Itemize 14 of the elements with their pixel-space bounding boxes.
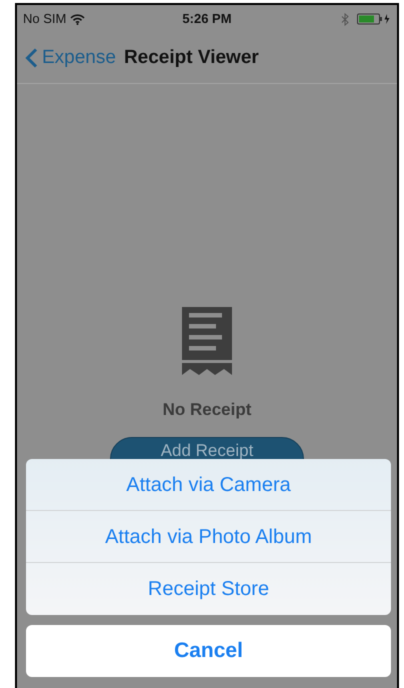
back-chevron-icon [25,48,38,68]
carrier-label: No SIM [23,10,66,28]
cancel-button[interactable]: Cancel [26,625,391,677]
clock-time: 5:26 PM [182,10,232,28]
receipt-icon [182,307,232,375]
sheet-option[interactable]: Attach via Camera [26,459,391,511]
screen-title: Receipt Viewer [124,46,259,70]
battery-icon [356,13,391,25]
empty-message: No Receipt [162,399,252,421]
sheet-option[interactable]: Attach via Photo Album [26,511,391,563]
bluetooth-icon [340,12,349,26]
wifi-icon [70,14,86,24]
back-button[interactable]: Expense [25,44,116,72]
sheet-option[interactable]: Receipt Store [26,563,391,615]
